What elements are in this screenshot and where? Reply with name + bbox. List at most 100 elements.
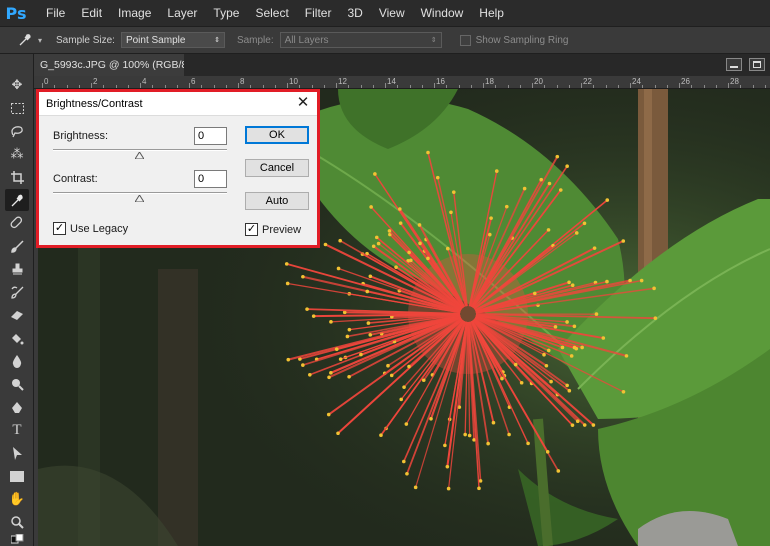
dodge-tool-icon[interactable] [5, 373, 29, 395]
ok-button[interactable]: OK [245, 126, 309, 144]
flower-anther [426, 150, 430, 155]
menu-bar: Ps File Edit Image Layer Type Select Fil… [0, 0, 770, 26]
ruler-minor-tick [556, 85, 558, 88]
document-tab[interactable]: G_5993c.JPG @ 100% (RGB/8) * [34, 54, 184, 76]
flower-anther [389, 373, 394, 378]
flower-anther [366, 321, 371, 325]
menu-edit[interactable]: Edit [73, 0, 110, 26]
eraser-tool-icon[interactable] [5, 304, 29, 326]
flower-anther [575, 419, 580, 424]
ruler-minor-tick [164, 85, 166, 88]
tool-preset-chevron-icon[interactable]: ▾ [38, 36, 42, 45]
use-legacy-checkbox[interactable]: ✓ [53, 222, 66, 235]
sample-select[interactable]: All Layers ⇕ [279, 32, 442, 48]
preview-checkbox[interactable]: ✓ [245, 223, 258, 236]
ruler-tick [385, 83, 386, 88]
minimize-icon[interactable] [726, 58, 742, 71]
brush-tool-icon[interactable] [5, 235, 29, 257]
paint-bucket-tool-icon[interactable] [5, 327, 29, 349]
menu-window[interactable]: Window [413, 0, 472, 26]
ruler-tick [630, 83, 631, 88]
select-updown-icon: ⇕ [214, 37, 220, 44]
flower-anther [345, 334, 350, 339]
rectangle-tool-icon[interactable] [5, 465, 29, 487]
healing-brush-tool-icon[interactable] [5, 212, 29, 234]
flower-anther [305, 307, 309, 311]
ruler-minor-tick [201, 85, 203, 88]
menu-layer[interactable]: Layer [159, 0, 205, 26]
flower-anther [327, 375, 331, 380]
menu-type[interactable]: Type [205, 0, 247, 26]
flower-anther [545, 450, 550, 454]
flower-anther [519, 380, 524, 385]
sample-size-select[interactable]: Point Sample ⇕ [120, 32, 225, 48]
ruler-minor-tick [250, 85, 252, 88]
select-updown-icon: ⇕ [430, 37, 437, 44]
brightness-contrast-dialog: Brightness/Contrast ✕ Brightness: Contra… [39, 92, 317, 245]
magic-wand-tool-icon[interactable]: ⁂ [5, 143, 29, 165]
flower-anther [605, 279, 609, 284]
brightness-slider-track[interactable] [53, 149, 227, 151]
ruler-minor-tick [299, 85, 301, 88]
menu-filter[interactable]: Filter [297, 0, 340, 26]
ruler-label: 12 [338, 77, 347, 86]
flower-anther [553, 325, 558, 329]
menu-select[interactable]: Select [247, 0, 296, 26]
flower-anther [569, 354, 574, 358]
auto-button[interactable]: Auto [245, 192, 309, 210]
menu-3d[interactable]: 3D [339, 0, 370, 26]
ruler-minor-tick [311, 85, 313, 88]
brightness-field[interactable] [194, 127, 227, 145]
close-icon[interactable]: ✕ [295, 95, 311, 111]
eyedropper-tool-icon[interactable] [5, 189, 29, 211]
contrast-slider-thumb[interactable] [135, 195, 144, 202]
restore-icon[interactable] [749, 58, 765, 71]
ruler-tick [679, 83, 680, 88]
eyedropper-icon[interactable] [14, 30, 36, 50]
lasso-tool-icon[interactable] [5, 120, 29, 142]
flower-anther [347, 327, 352, 332]
zoom-tool-icon[interactable] [5, 511, 29, 533]
menu-help[interactable]: Help [471, 0, 512, 26]
history-brush-tool-icon[interactable] [5, 281, 29, 303]
flower-anther [532, 291, 537, 296]
ruler-minor-tick [446, 85, 448, 88]
flower-anther [605, 198, 610, 202]
ruler-label: 2 [93, 77, 98, 86]
flower-anther [486, 441, 490, 446]
menu-view[interactable]: View [371, 0, 413, 26]
flower-anther [413, 485, 418, 490]
type-tool-icon[interactable]: T [5, 419, 29, 441]
color-swap-icon[interactable] [5, 532, 29, 546]
ruler-minor-tick [103, 85, 105, 88]
flower-anther [542, 352, 546, 357]
show-sampling-ring-checkbox[interactable] [459, 34, 471, 46]
flower-anther [652, 286, 656, 291]
flower-anther [418, 241, 422, 246]
ruler-tick [42, 83, 43, 88]
flower-anther [549, 379, 553, 384]
clone-stamp-tool-icon[interactable] [5, 258, 29, 280]
flower-anther [565, 383, 569, 388]
dialog-titlebar[interactable]: Brightness/Contrast ✕ [39, 92, 317, 116]
menu-image[interactable]: Image [110, 0, 159, 26]
pen-tool-icon[interactable] [5, 396, 29, 418]
path-selection-tool-icon[interactable] [5, 442, 29, 464]
move-tool-icon[interactable]: ✥ [5, 74, 29, 96]
crop-tool-icon[interactable] [5, 166, 29, 188]
marquee-tool-icon[interactable] [5, 97, 29, 119]
menu-file[interactable]: File [38, 0, 73, 26]
cancel-button[interactable]: Cancel [245, 159, 309, 177]
hand-tool-icon[interactable]: ✋ [5, 488, 29, 510]
blur-tool-icon[interactable] [5, 350, 29, 372]
ruler-minor-tick [66, 85, 68, 88]
flower-anther [399, 397, 404, 402]
flower-anther [547, 181, 552, 186]
ruler-label: 14 [387, 77, 396, 86]
contrast-slider-track[interactable] [53, 192, 227, 194]
ruler-tick [728, 83, 729, 88]
contrast-field[interactable] [194, 170, 227, 188]
flower-anther [572, 324, 577, 329]
brightness-slider-thumb[interactable] [135, 152, 144, 159]
flower-anther [489, 216, 493, 220]
